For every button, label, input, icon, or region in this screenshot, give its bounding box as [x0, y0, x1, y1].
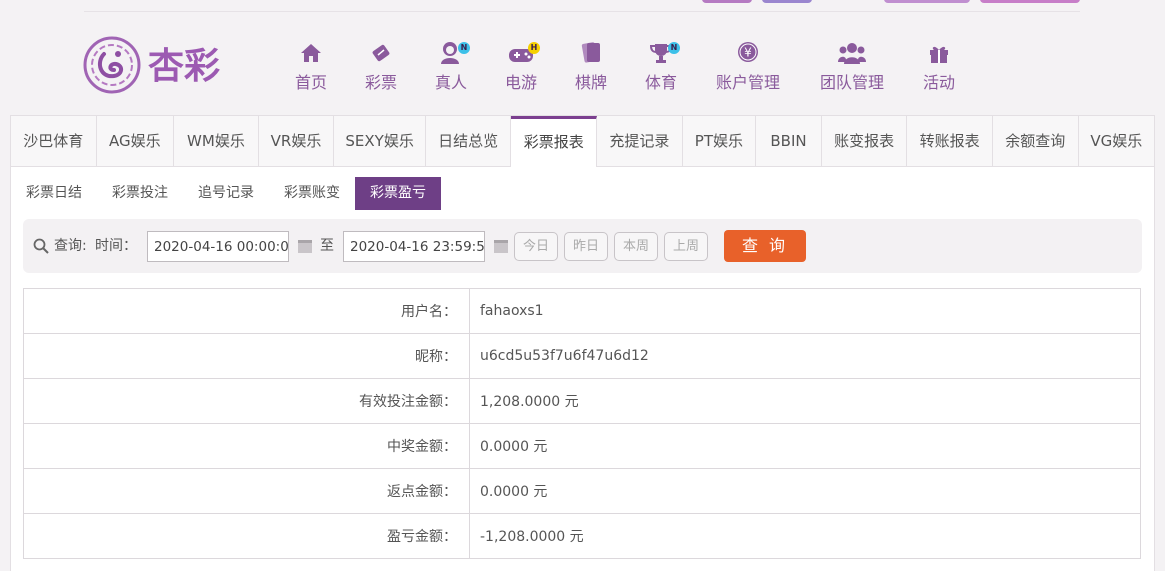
nav-item-promo[interactable]: 活动 [904, 38, 974, 94]
report-tabs: 沙巴体育 AG娱乐 WM娱乐 VR娱乐 SEXY娱乐 日结总览 彩票报表 充提记… [11, 116, 1154, 167]
nickname-value: u6cd5u53f7u6f47u6d12 [469, 333, 1141, 379]
yen-coin-icon: ¥ [736, 38, 760, 64]
lottery-ticket-icon [369, 38, 393, 64]
table-row: 昵称： u6cd5u53f7u6f47u6d12 [23, 333, 1141, 379]
nav-item-sports[interactable]: N 体育 [626, 38, 696, 94]
today-button[interactable]: 今日 [514, 232, 558, 261]
table-row: 有效投注金额： 1,208.0000 元 [23, 378, 1141, 424]
hot-badge: H [528, 42, 540, 54]
tab-lottery-report[interactable]: 彩票报表 [511, 116, 598, 167]
table-row: 返点金额： 0.0000 元 [23, 468, 1141, 514]
subtab-chase-records[interactable]: 追号记录 [183, 177, 269, 210]
nav-label: 棋牌 [574, 73, 607, 92]
tab-bbin[interactable]: BBIN [756, 116, 822, 166]
new-badge: N [458, 42, 470, 54]
username-label: 用户名： [23, 288, 470, 334]
this-week-button[interactable]: 本周 [614, 232, 658, 261]
query-label: 查询: [54, 238, 87, 254]
table-row: 中奖金额： 0.0000 元 [23, 423, 1141, 469]
tab-vg[interactable]: VG娱乐 [1079, 116, 1155, 166]
main-nav: 首页 彩票 N 真人 H 电游 棋牌 N 体育 ¥ 账户管理 团队管理 活动 [276, 38, 974, 94]
tab-wm[interactable]: WM娱乐 [174, 116, 259, 166]
valid-bet-value: 1,208.0000 元 [469, 378, 1141, 424]
profit-loss-label: 盈亏金额： [23, 513, 470, 559]
start-time-input[interactable] [147, 231, 289, 262]
cards-icon [579, 38, 603, 64]
query-bar: 查询: 时间： 至 今日 昨日 本周 上周 查 询 [23, 219, 1142, 273]
home-icon [299, 38, 323, 64]
nav-item-home[interactable]: 首页 [276, 38, 346, 94]
report-panel: 沙巴体育 AG娱乐 WM娱乐 VR娱乐 SEXY娱乐 日结总览 彩票报表 充提记… [10, 115, 1155, 571]
subtab-lottery-profit-loss[interactable]: 彩票盈亏 [355, 177, 441, 210]
search-icon [33, 238, 49, 258]
end-time-input[interactable] [343, 231, 485, 262]
nav-label: 团队管理 [819, 73, 884, 92]
team-icon [838, 38, 866, 64]
subtab-lottery-daily[interactable]: 彩票日结 [11, 177, 97, 210]
profit-loss-value: -1,208.0000 元 [469, 513, 1141, 559]
last-week-button[interactable]: 上周 [664, 232, 708, 261]
tab-daily-overview[interactable]: 日结总览 [426, 116, 512, 166]
top-strip [84, 0, 1080, 12]
tab-ag[interactable]: AG娱乐 [97, 116, 175, 166]
nav-label: 真人 [434, 73, 467, 92]
tab-transfer-report[interactable]: 转账报表 [907, 116, 993, 166]
nav-label: 彩票 [364, 73, 397, 92]
rebate-amount-label: 返点金额： [23, 468, 470, 514]
tab-balance-query[interactable]: 余额查询 [993, 116, 1079, 166]
range-separator: 至 [320, 238, 334, 254]
nav-item-lottery[interactable]: 彩票 [346, 38, 416, 94]
valid-bet-label: 有效投注金额： [23, 378, 470, 424]
tab-saba-sports[interactable]: 沙巴体育 [11, 116, 97, 166]
tab-account-change[interactable]: 账变报表 [822, 116, 908, 166]
svg-text:¥: ¥ [744, 46, 752, 60]
subtab-lottery-account-change[interactable]: 彩票账变 [269, 177, 355, 210]
nav-label: 电游 [504, 73, 537, 92]
nav-item-electronic[interactable]: H 电游 [486, 38, 556, 94]
calendar-icon[interactable] [298, 240, 312, 253]
tab-deposit-withdraw[interactable]: 充提记录 [597, 116, 683, 166]
lottery-subtabs: 彩票日结 彩票投注 追号记录 彩票账变 彩票盈亏 [11, 177, 441, 210]
username-value: fahaoxs1 [469, 288, 1141, 334]
nav-label: 首页 [294, 73, 327, 92]
new-badge: N [668, 42, 680, 54]
top-link-pill[interactable] [884, 0, 970, 3]
nav-item-chess[interactable]: 棋牌 [556, 38, 626, 94]
gift-icon [928, 38, 950, 64]
winning-amount-label: 中奖金额： [23, 423, 470, 469]
svg-text:杏彩: 杏彩 [148, 46, 220, 87]
tab-vr[interactable]: VR娱乐 [259, 116, 335, 166]
winning-amount-value: 0.0000 元 [469, 423, 1141, 469]
time-label: 时间： [95, 238, 137, 254]
yesterday-button[interactable]: 昨日 [564, 232, 608, 261]
nav-label: 活动 [922, 73, 955, 92]
top-link-pill[interactable] [762, 0, 812, 3]
top-link-pill[interactable] [980, 0, 1080, 3]
top-link-pill[interactable] [702, 0, 752, 3]
nav-item-account[interactable]: ¥ 账户管理 [696, 38, 800, 94]
logo-emblem-icon: 杏彩 [83, 36, 220, 94]
search-button[interactable]: 查 询 [724, 230, 806, 262]
nav-item-live[interactable]: N 真人 [416, 38, 486, 94]
calendar-icon[interactable] [494, 240, 508, 253]
profit-loss-summary-table: 用户名： fahaoxs1 昵称： u6cd5u53f7u6f47u6d12 有… [23, 288, 1141, 559]
tab-sexy[interactable]: SEXY娱乐 [334, 116, 426, 166]
table-row: 盈亏金额： -1,208.0000 元 [23, 513, 1141, 559]
nav-item-team[interactable]: 团队管理 [800, 38, 904, 94]
nav-label: 账户管理 [715, 73, 780, 92]
nav-label: 体育 [644, 73, 677, 92]
table-row: 用户名： fahaoxs1 [23, 288, 1141, 334]
brand-logo[interactable]: 杏彩 [82, 34, 240, 96]
nickname-label: 昵称： [23, 333, 470, 379]
tab-pt[interactable]: PT娱乐 [683, 116, 757, 166]
rebate-amount-value: 0.0000 元 [469, 468, 1141, 514]
subtab-lottery-bets[interactable]: 彩票投注 [97, 177, 183, 210]
